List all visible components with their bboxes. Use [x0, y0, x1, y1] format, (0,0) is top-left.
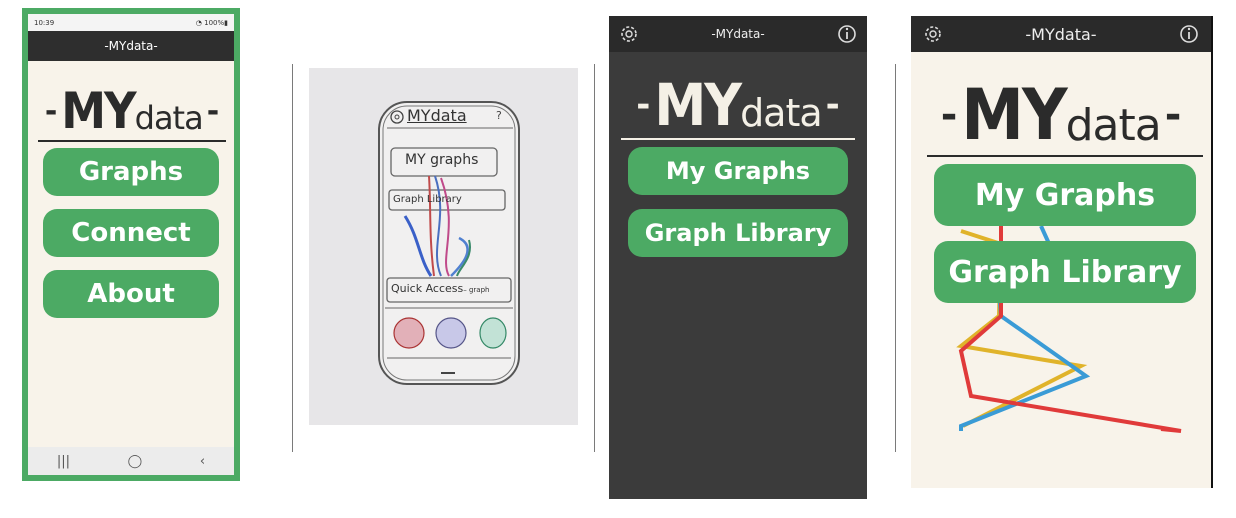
graphs-button[interactable]: Graphs	[43, 148, 219, 196]
app-bar-title: -MYdata-	[711, 27, 765, 41]
dark-mockup: -MYdata- - MY data - My Graphs Graph Lib…	[609, 16, 867, 499]
graph-library-button[interactable]: Graph Library	[628, 209, 848, 257]
sketch-logo: MYdata	[407, 106, 467, 125]
app-bar: -MYdata-	[28, 31, 234, 61]
android-nav-bar: ||| ◯ ‹	[28, 447, 234, 475]
divider	[292, 64, 293, 452]
status-bar: 10:39 ◔ 100%▮	[28, 14, 234, 31]
logo-underline	[38, 140, 226, 142]
home-button[interactable]: ◯	[128, 454, 143, 469]
logo-underline	[927, 155, 1203, 157]
sketch-quick-access: Quick Access– graph	[391, 282, 490, 295]
sketch-photo: MYdata ? MY graphs Graph Library Quick A…	[309, 68, 578, 425]
recent-apps-button[interactable]: |||	[57, 454, 70, 469]
my-graphs-button[interactable]: My Graphs	[628, 147, 848, 195]
my-graphs-button[interactable]: My Graphs	[934, 164, 1196, 226]
info-icon[interactable]	[835, 22, 859, 46]
app-logo: - MY data -	[636, 71, 840, 139]
light-mockup: -MYdata- - MY data - My Graphs Graph Lib…	[911, 16, 1213, 488]
status-time: 10:39	[34, 18, 55, 27]
wifi-icon: ◔	[195, 18, 202, 27]
sketch-my-graphs: MY graphs	[405, 152, 479, 168]
divider	[895, 64, 896, 452]
divider	[594, 64, 595, 452]
battery-icon: ▮	[224, 18, 228, 27]
app-bar-title: -MYdata-	[104, 39, 158, 53]
about-button[interactable]: About	[43, 270, 219, 318]
connect-button[interactable]: Connect	[43, 209, 219, 257]
phone-frame-android: 10:39 ◔ 100%▮ -MYdata- - MY data - Graph…	[22, 8, 240, 481]
app-logo: - MY data -	[940, 74, 1182, 156]
sketch-graph-library: Graph Library	[393, 194, 462, 205]
sketch-info-icon: ?	[496, 109, 502, 122]
back-button[interactable]: ‹	[200, 454, 205, 469]
app-logo: - MY data -	[44, 82, 220, 140]
graph-library-button[interactable]: Graph Library	[934, 241, 1196, 303]
app-bar: -MYdata-	[609, 16, 867, 52]
logo-underline	[621, 138, 855, 140]
android-screen: 10:39 ◔ 100%▮ -MYdata- - MY data - Graph…	[28, 14, 234, 475]
status-battery: ◔ 100%▮	[195, 18, 228, 27]
